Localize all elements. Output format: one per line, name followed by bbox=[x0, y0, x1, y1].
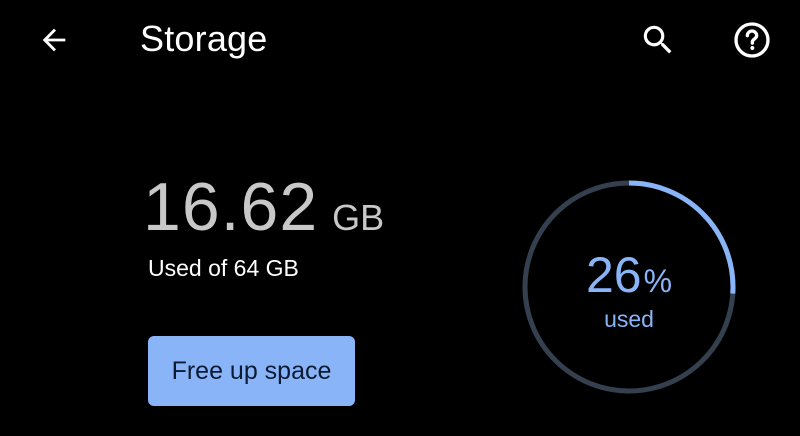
free-up-space-button[interactable]: Free up space bbox=[148, 336, 355, 406]
usage-percent-label: used bbox=[604, 305, 654, 332]
used-storage-number: 16.62 bbox=[143, 169, 319, 245]
used-storage-amount: 16.62 GB bbox=[143, 168, 384, 246]
used-storage-caption: Used of 64 GB bbox=[148, 255, 299, 281]
usage-percent-sign: % bbox=[643, 262, 673, 299]
app-bar: Storage bbox=[0, 0, 800, 80]
storage-usage-ring: 26 % used bbox=[521, 179, 737, 395]
back-button[interactable] bbox=[30, 16, 78, 64]
page-title: Storage bbox=[140, 18, 268, 59]
usage-percent-number: 26 bbox=[585, 246, 642, 303]
used-storage-unit: GB bbox=[332, 197, 385, 238]
arrow-back-icon bbox=[42, 28, 66, 52]
help-circle-icon bbox=[734, 22, 770, 58]
help-button[interactable] bbox=[728, 16, 776, 64]
usage-percent: 26 % bbox=[586, 246, 672, 304]
search-icon bbox=[643, 25, 672, 54]
usage-ring-label: 26 % used bbox=[521, 179, 737, 395]
search-button[interactable] bbox=[634, 16, 682, 64]
